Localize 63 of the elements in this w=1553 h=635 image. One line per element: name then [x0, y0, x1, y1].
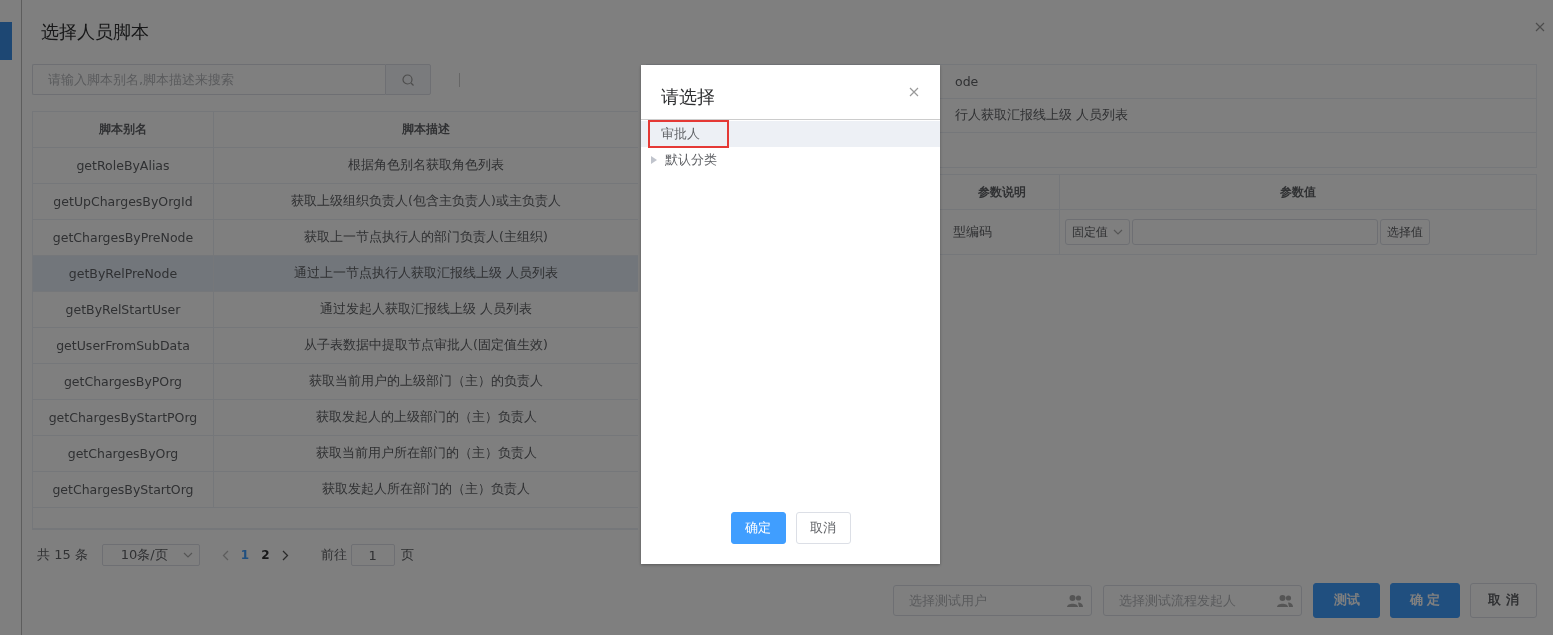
users-icon: [1067, 594, 1083, 607]
mode-select[interactable]: 固定值: [1065, 219, 1130, 245]
button[interactable]: 取消: [795, 512, 851, 544]
table-cell: 型编码: [945, 210, 1060, 254]
table-cell-text: 获取当前用户的上级部门（主）的负责人: [308, 372, 544, 390]
search-button[interactable]: [385, 64, 431, 95]
column-header: 参数说明: [945, 175, 1060, 209]
table-cell-text: 获取发起人所在部门的（主）负责人: [321, 480, 531, 498]
table-row[interactable]: getChargesByOrg 获取当前用户所在部门的（主）负责人: [33, 436, 638, 472]
column-header: 脚本描述: [401, 121, 451, 138]
detail-text: 行人获取汇报线上级 人员列表: [955, 107, 1128, 124]
page-suffix: 页: [400, 546, 414, 564]
table-cell-text: 通过发起人获取汇报线上级 人员列表: [319, 300, 533, 318]
table-cell: getChargesByStartOrg: [33, 472, 214, 507]
table-row[interactable]: getUpChargesByOrgId 获取上级组织负责人(包含主负责人)或主负责人: [33, 184, 638, 220]
close-icon: [909, 86, 919, 97]
table-cell-text: 从子表数据中提取节点审批人(固定值生效): [303, 336, 549, 354]
table-row[interactable]: getChargesByStartOrg 获取发起人所在部门的（主）负责人: [33, 472, 638, 508]
close-icon: [1535, 22, 1545, 32]
button[interactable]: 测试: [1313, 583, 1380, 618]
table-row[interactable]: getChargesByPOrg 获取当前用户的上级部门（主）的负责人: [33, 364, 638, 400]
table-cell: getByRelPreNode: [33, 256, 214, 291]
table-cell: getUserFromSubData: [33, 328, 214, 363]
dialog-title: 选择人员脚本: [41, 20, 149, 44]
chevron-left-icon: [221, 549, 229, 561]
sidebar-tab[interactable]: [0, 22, 12, 60]
button[interactable]: 取 消: [1470, 583, 1537, 618]
table-cell: getChargesByPreNode: [33, 220, 214, 255]
table-row[interactable]: getUserFromSubData 从子表数据中提取节点审批人(固定值生效): [33, 328, 638, 364]
search-icon: [402, 73, 414, 86]
chevron-down-icon: [182, 552, 193, 558]
table-cell: getChargesByOrg: [33, 436, 214, 471]
table-cell: getRoleByAlias: [33, 148, 214, 183]
table-cell-text: 获取发起人的上级部门的（主）负责人: [314, 408, 538, 426]
table-cell-text: 获取当前用户所在部门的（主）负责人: [314, 444, 538, 462]
chevron-right-icon: [281, 549, 289, 561]
button[interactable]: 确 定: [1390, 583, 1460, 618]
table-cell-text: 获取上级组织负责人(包含主负责人)或主负责人: [290, 192, 562, 210]
column-header: 脚本别名: [33, 112, 214, 147]
caret-right-icon: [651, 156, 657, 164]
tree-item[interactable]: 默认分类: [641, 147, 940, 173]
column-header: 参数值: [1279, 183, 1317, 201]
table-cell: getChargesByPOrg: [33, 364, 214, 399]
table-row[interactable]: getRoleByAlias 根据角色别名获取角色列表: [33, 148, 638, 184]
table-cell-text: 根据角色别名获取角色列表: [347, 156, 505, 174]
page-number[interactable]: 1: [240, 548, 250, 562]
dialog-title: 请选择: [661, 85, 715, 109]
tree-item[interactable]: 审批人: [641, 121, 940, 147]
goto-label: 前往: [320, 546, 347, 564]
button[interactable]: 确定: [730, 512, 786, 544]
table-row[interactable]: getChargesByStartPOrg 获取发起人的上级部门的（主）负责人: [33, 400, 638, 436]
page-number[interactable]: 2: [261, 548, 270, 562]
detail-text: ode: [955, 74, 979, 89]
page-input[interactable]: 1: [350, 544, 395, 566]
users-icon: [1277, 594, 1293, 607]
table-cell: getChargesByStartPOrg: [33, 400, 214, 435]
total-count: 共 15 条: [37, 546, 88, 564]
table-cell: getUpChargesByOrgId: [33, 184, 214, 219]
table-cell: getByRelStartUser: [33, 292, 214, 327]
button[interactable]: 选择值: [1380, 219, 1430, 245]
chevron-down-icon: [1113, 229, 1123, 235]
table-row[interactable]: getByRelStartUser 通过发起人获取汇报线上级 人员列表: [33, 292, 638, 328]
page-size-select[interactable]: 10条/页: [101, 544, 200, 566]
